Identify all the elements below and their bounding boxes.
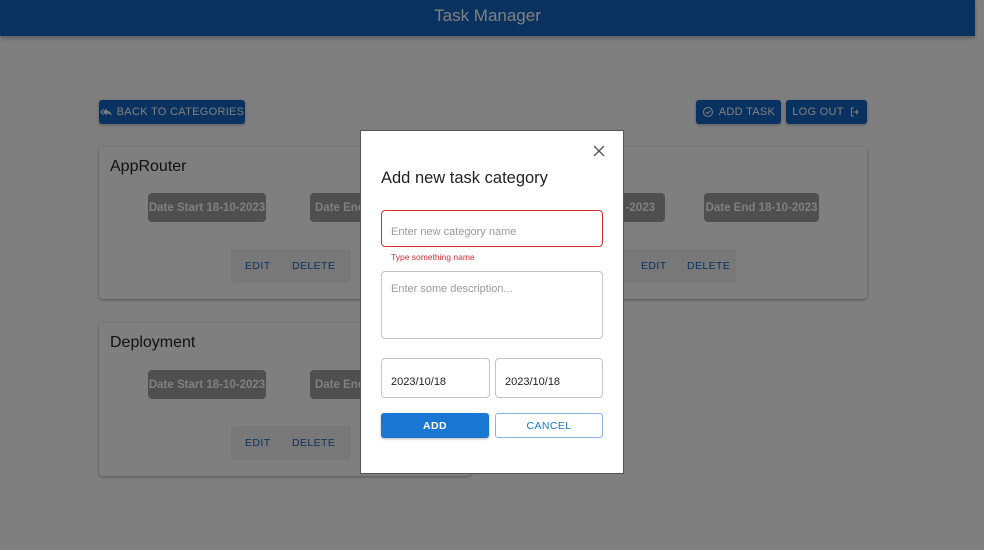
- add-category-dialog: Add new task category Type something nam…: [360, 130, 624, 474]
- cancel-button[interactable]: CANCEL: [495, 413, 603, 438]
- end-date-field: [495, 358, 603, 398]
- start-date-input[interactable]: [391, 376, 480, 388]
- description-field: [381, 271, 603, 339]
- name-error-text: Type something name: [391, 252, 475, 262]
- close-icon[interactable]: [592, 144, 606, 158]
- start-date-field: [381, 358, 490, 398]
- category-name-field: [381, 210, 603, 247]
- end-date-input[interactable]: [505, 376, 593, 388]
- dialog-title: Add new task category: [381, 169, 548, 187]
- description-input[interactable]: [391, 283, 593, 319]
- add-button[interactable]: ADD: [381, 413, 489, 438]
- category-name-input[interactable]: [391, 226, 593, 238]
